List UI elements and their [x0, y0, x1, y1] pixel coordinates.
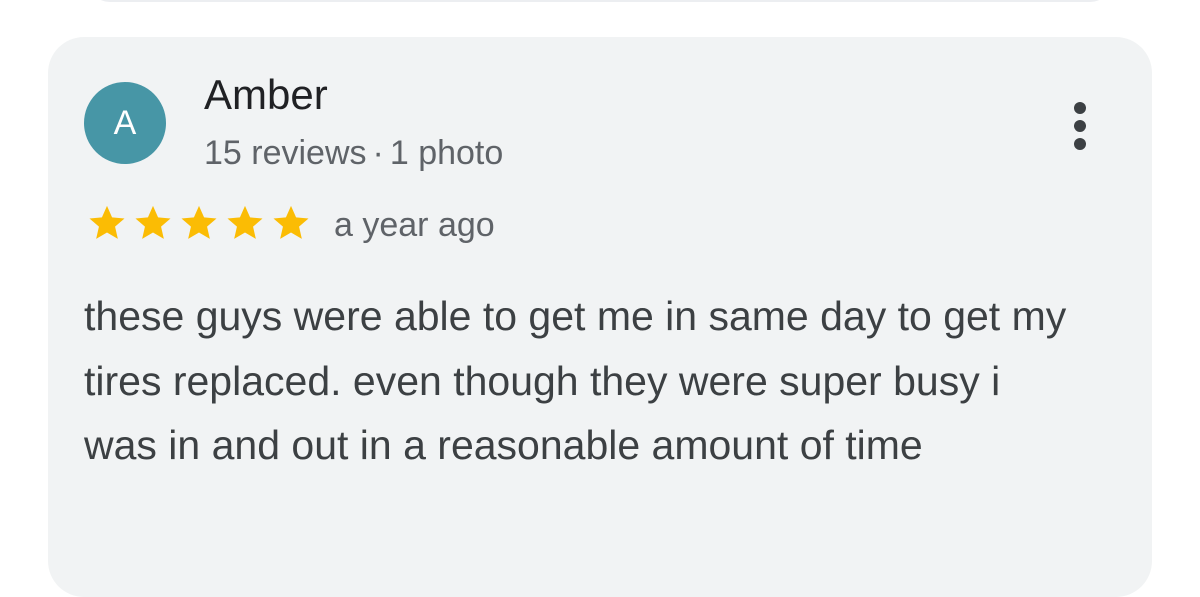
more-vertical-icon	[1074, 138, 1086, 150]
photo-count: 1 photo	[389, 134, 504, 172]
previous-review-card-edge	[88, 0, 1112, 2]
more-vertical-icon	[1074, 120, 1086, 132]
author-stats: 15 reviews · 1 photo	[204, 132, 503, 174]
star-icon	[181, 205, 217, 239]
review-time: a year ago	[334, 206, 495, 244]
star-rating	[84, 202, 314, 244]
review-count: 15 reviews	[204, 134, 367, 172]
review-text: these guys were able to get me in same d…	[84, 293, 1067, 468]
more-options-button[interactable]	[1062, 98, 1098, 154]
star-icon	[89, 205, 125, 239]
star-icon	[227, 205, 263, 239]
more-vertical-icon	[1074, 102, 1086, 114]
author-name[interactable]: Amber	[204, 70, 328, 120]
star-icon	[273, 205, 309, 239]
author-avatar[interactable]: A	[84, 82, 166, 164]
avatar-initial: A	[113, 103, 137, 142]
meta-separator: ·	[372, 134, 384, 172]
star-icon	[135, 205, 171, 239]
